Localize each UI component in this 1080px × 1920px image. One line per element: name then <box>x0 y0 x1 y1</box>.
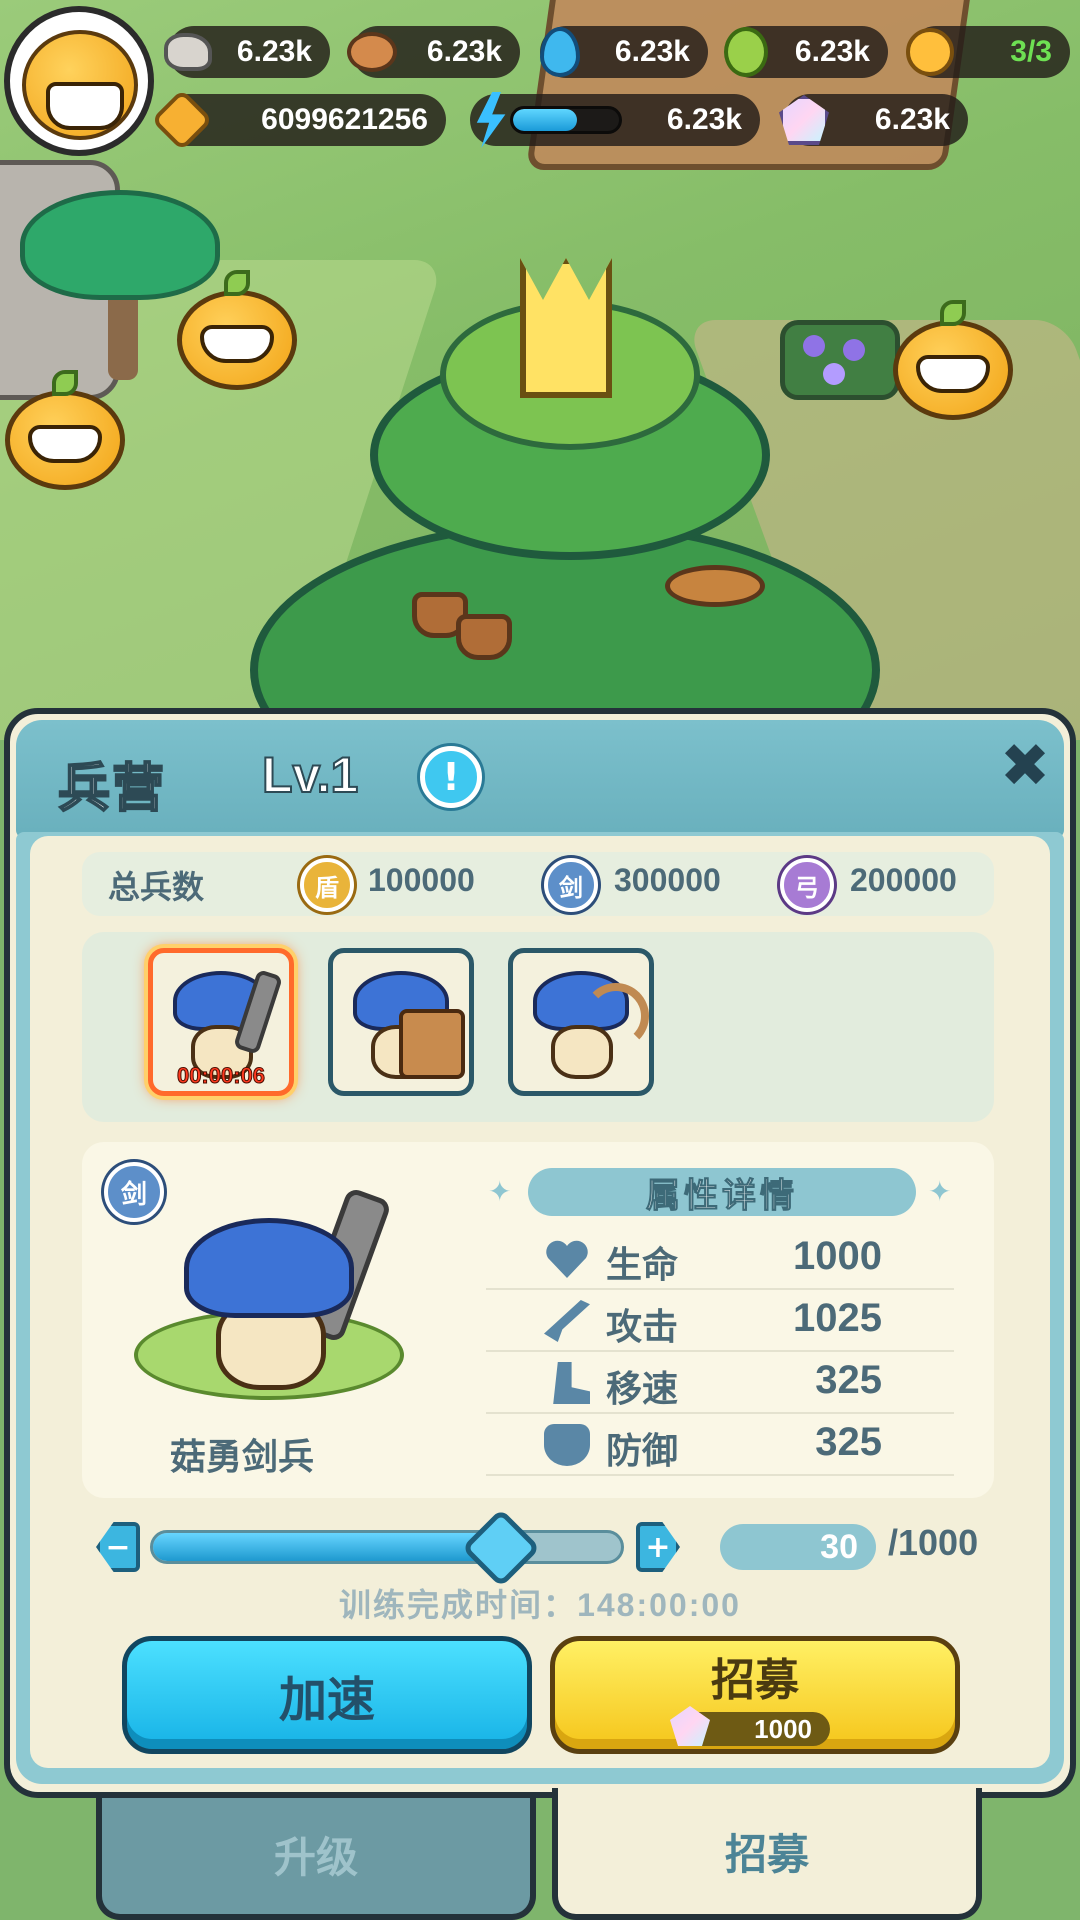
attribute-row-speed: 移速 325 <box>486 1352 954 1414</box>
shield-troop-count: 100000 <box>368 862 475 898</box>
resource-energy[interactable]: 6.23k <box>470 92 760 148</box>
resource-value: 6.23k <box>794 35 870 68</box>
attribute-value: 325 <box>815 1420 882 1464</box>
total-troops-label: 总兵数 <box>108 868 205 906</box>
panel-title: 兵营 <box>57 758 167 820</box>
water-drop-icon <box>530 22 590 82</box>
quantity-max: /1000 <box>888 1522 979 1563</box>
unit-portrait <box>134 1186 404 1410</box>
attribute-value: 1025 <box>793 1296 882 1340</box>
sword-icon <box>544 1300 590 1342</box>
boot-icon <box>553 1362 590 1404</box>
training-time-label: 训练完成时间： <box>339 1587 578 1623</box>
attribute-label: 移速 <box>606 1369 679 1410</box>
sparkle-icon: ✦ <box>928 1175 952 1208</box>
attributes-header: 属性详情 <box>528 1168 916 1216</box>
stone-basket <box>456 614 512 660</box>
slingshot-icon <box>583 983 649 1049</box>
population-icon <box>900 22 960 82</box>
resource-stone[interactable]: 6.23k <box>164 26 330 78</box>
flower-bed <box>780 320 900 400</box>
pineapple-avatar-icon <box>22 30 138 140</box>
sparkle-icon: ✦ <box>488 1175 512 1208</box>
unit-card-shield[interactable] <box>328 948 474 1096</box>
stone-icon <box>158 22 218 82</box>
attribute-row-defense: 防御 325 <box>486 1414 954 1476</box>
bow-type-badge: 弓 <box>780 858 834 912</box>
close-button[interactable]: ✖ <box>995 731 1055 801</box>
resource-value: 3/3 <box>1010 35 1052 68</box>
bow-troop-count: 200000 <box>850 862 957 898</box>
training-completion-time: 训练完成时间：148:00:00 <box>0 1580 1080 1626</box>
info-button[interactable]: ! <box>420 746 482 808</box>
sword-troop-count: 300000 <box>614 862 721 898</box>
pineapple-villager[interactable] <box>888 300 1018 420</box>
attribute-label: 攻击 <box>606 1307 679 1348</box>
resource-gems[interactable]: 6.23k <box>779 94 968 146</box>
quantity-slider[interactable] <box>150 1530 624 1564</box>
tab-upgrade[interactable]: 升级 <box>96 1794 536 1920</box>
bean-icon <box>716 22 776 82</box>
training-time-value: 148:00:00 <box>577 1587 741 1623</box>
gem-icon <box>774 90 834 150</box>
crown-icon <box>520 258 612 398</box>
resource-value: 6.23k <box>236 35 312 68</box>
recruit-button[interactable]: 招募 1000 <box>550 1636 960 1754</box>
unit-card-bow[interactable] <box>508 948 654 1096</box>
mushroom-cap <box>184 1218 354 1318</box>
speed-up-label: 加速 <box>278 1672 375 1728</box>
recruit-cost-value: 1000 <box>754 1713 812 1744</box>
recruit-cost: 1000 <box>670 1706 830 1746</box>
sword-type-badge: 剑 <box>544 858 598 912</box>
attribute-value: 325 <box>815 1358 882 1402</box>
tab-recruit-label: 招募 <box>724 1829 809 1879</box>
building-level: Lv.1 <box>261 746 359 804</box>
resource-value: 6.23k <box>666 103 742 136</box>
attribute-label: 生命 <box>606 1245 679 1286</box>
minus-icon: − <box>105 1529 131 1565</box>
tree-stump-table <box>665 565 765 607</box>
speed-up-button[interactable]: 加速 <box>122 1636 532 1754</box>
pineapple-villager[interactable] <box>172 270 302 390</box>
resource-bean[interactable]: 6.23k <box>724 26 888 78</box>
player-avatar[interactable] <box>4 6 154 156</box>
tab-recruit[interactable]: 招募 <box>552 1788 982 1920</box>
shield-type-badge: 盾 <box>300 858 354 912</box>
resource-value: 6.23k <box>614 35 690 68</box>
attribute-row-health: 生命 1000 <box>486 1228 954 1290</box>
attribute-row-attack: 攻击 1025 <box>486 1290 954 1352</box>
combat-power[interactable]: 6099621256 <box>150 88 446 152</box>
resource-water[interactable]: 6.23k <box>540 26 708 78</box>
heart-icon <box>544 1238 590 1280</box>
training-timer: 00:00:06 <box>176 1063 266 1089</box>
attribute-value: 1000 <box>793 1234 882 1278</box>
unit-card-sword[interactable]: 00:00:06 <box>148 948 294 1096</box>
resource-value: 6.23k <box>426 35 502 68</box>
power-value: 6099621256 <box>261 103 428 136</box>
resource-population[interactable]: 3/3 <box>906 26 1070 78</box>
pineapple-villager[interactable] <box>0 370 130 490</box>
quantity-input[interactable]: 30 <box>720 1524 876 1570</box>
info-icon: ! <box>442 755 460 799</box>
gem-icon <box>670 1706 710 1746</box>
panel-header <box>16 720 1064 838</box>
tab-upgrade-label: 升级 <box>273 1832 358 1882</box>
plus-icon: + <box>645 1529 671 1565</box>
unit-name: 菇勇剑兵 <box>170 1437 315 1478</box>
close-icon: ✖ <box>999 731 1051 801</box>
recruit-label: 招募 <box>711 1655 799 1706</box>
crossed-axe-icon <box>150 88 214 152</box>
resource-value: 6.23k <box>874 103 950 136</box>
attribute-label: 防御 <box>606 1431 679 1472</box>
energy-bar <box>510 106 622 134</box>
shield-icon <box>544 1424 590 1466</box>
wooden-shield-icon <box>399 1009 465 1079</box>
resource-wood[interactable]: 6.23k <box>347 26 520 78</box>
wood-icon <box>342 22 402 82</box>
